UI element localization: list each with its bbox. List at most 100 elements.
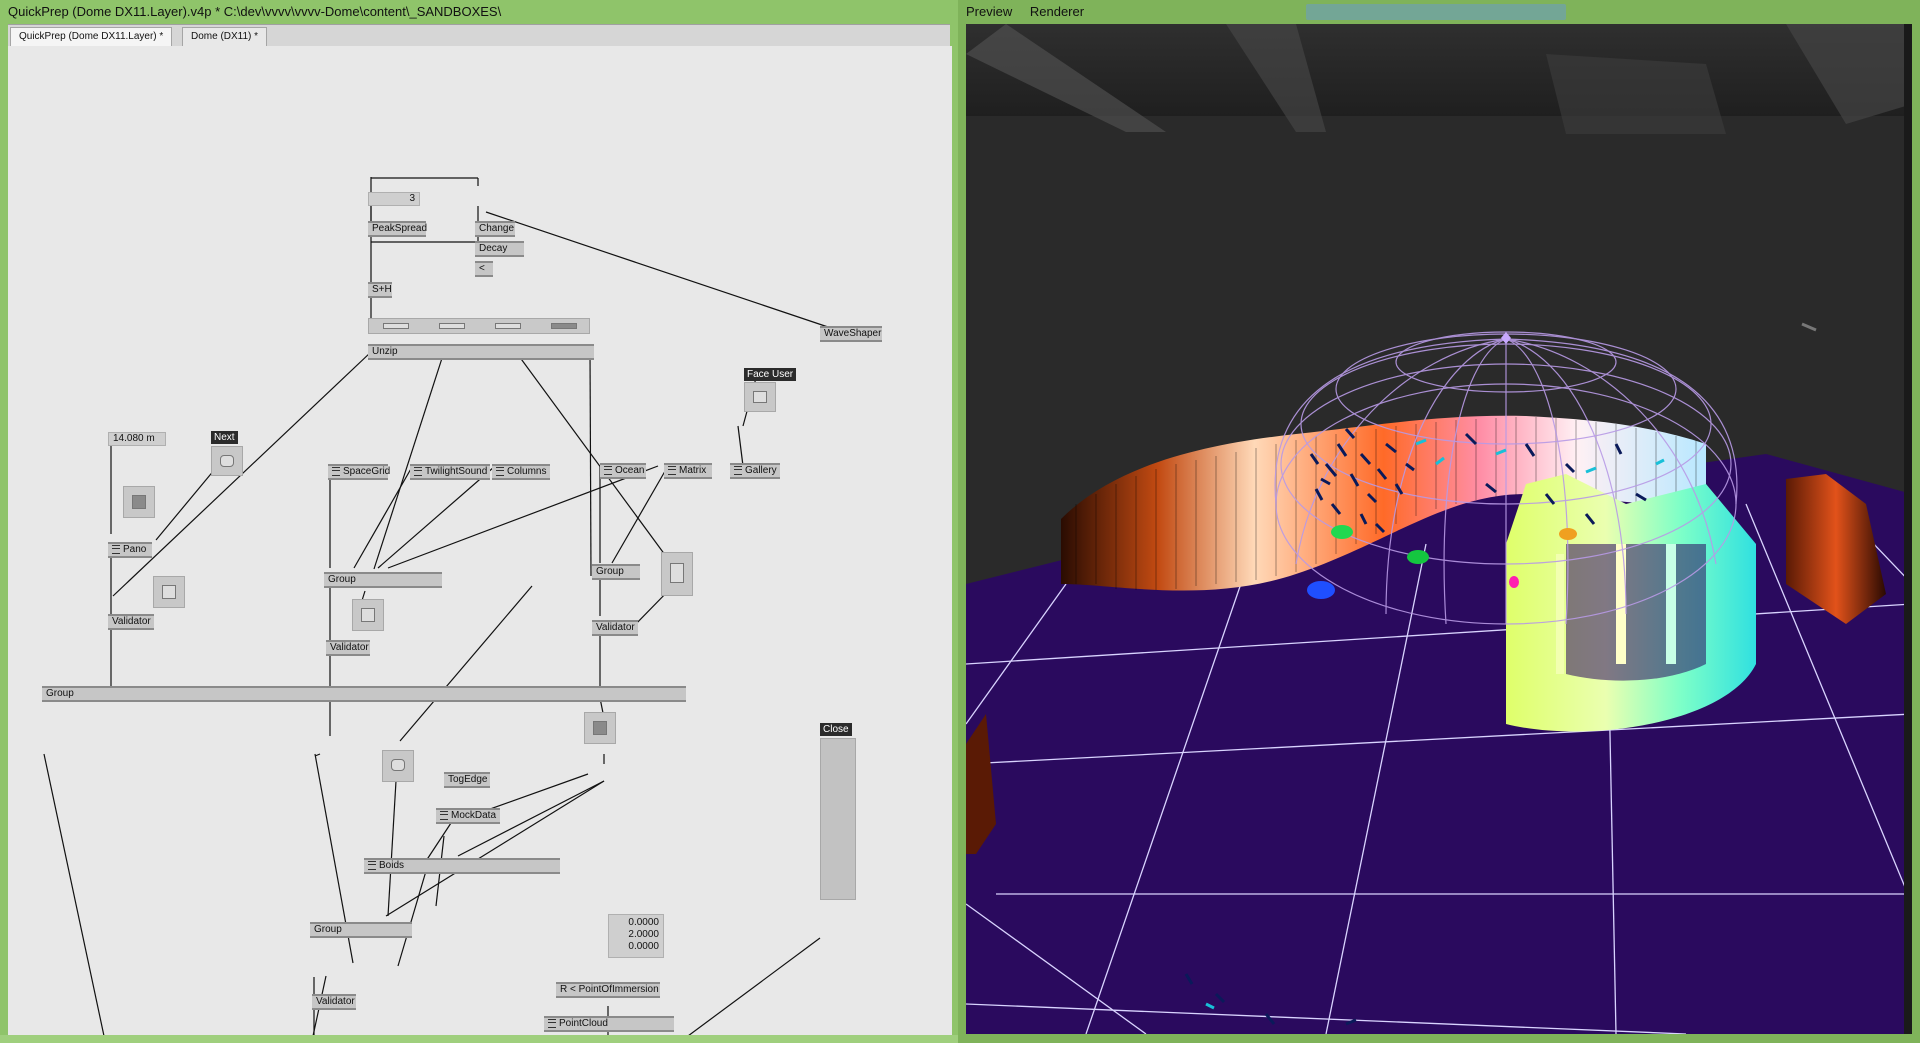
marker-sphere — [1307, 581, 1335, 599]
marker-sphere — [1407, 550, 1429, 564]
module-icon — [414, 466, 422, 476]
node-label: Matrix — [679, 465, 707, 476]
toggle-button-icon — [361, 608, 375, 622]
cylinder-interior — [1566, 544, 1706, 681]
node-pointofimmersion[interactable]: R < PointOfImmersion — [556, 982, 660, 998]
node-waveshaper[interactable]: WaveShaper — [820, 326, 882, 342]
vector3-z: 0.0000 — [628, 941, 659, 952]
patch-links — [43, 177, 829, 1036]
module-icon — [548, 1018, 556, 1028]
node-pointcloud[interactable]: PointCloud — [544, 1016, 674, 1032]
bar-column — [1616, 544, 1626, 664]
patch-canvas[interactable]: 3 PeakSpread Change Decay < S+H WaveShap… — [8, 46, 952, 1036]
module-icon — [332, 466, 340, 476]
marker-sphere — [1509, 576, 1519, 588]
module-icon — [496, 466, 504, 476]
iobox-value[interactable]: 3 — [368, 192, 420, 206]
module-icon — [112, 544, 120, 554]
label-close: Close — [820, 723, 852, 736]
patch-editor-window: QuickPrep (Dome DX11.Layer).v4p * C:\dev… — [0, 0, 959, 1043]
node-gallery[interactable]: Gallery — [730, 463, 780, 479]
3d-render-view[interactable] — [966, 24, 1912, 1034]
node-label: TwilightSound — [425, 466, 488, 477]
close-slider[interactable] — [820, 738, 856, 900]
bar-column — [1556, 554, 1564, 674]
toggle-button-icon — [162, 585, 176, 599]
node-validator-d[interactable]: Validator — [312, 994, 356, 1010]
renderer-menubar: Preview Renderer — [966, 0, 1566, 24]
menu-renderer[interactable]: Renderer — [1030, 4, 1084, 19]
node-label: SpaceGrid — [343, 466, 391, 477]
toggle-box-on[interactable] — [584, 712, 616, 744]
node-label: Columns — [507, 466, 547, 477]
window-bottom-border — [0, 1035, 958, 1043]
node-validator-a[interactable]: Validator — [108, 614, 154, 630]
node-group-b[interactable]: Group — [592, 564, 640, 580]
vector-slot-active — [551, 323, 577, 329]
distance-readout[interactable]: 14.080 m — [108, 432, 166, 446]
face-user-toggle[interactable] — [744, 382, 776, 412]
node-columns[interactable]: Columns — [492, 464, 550, 480]
node-group-c[interactable]: Group — [310, 922, 412, 938]
node-group-main[interactable]: Group — [42, 686, 686, 702]
vector-iobox[interactable] — [368, 318, 590, 334]
node-boids[interactable]: Boids — [364, 858, 560, 874]
toggle-box[interactable] — [352, 599, 384, 631]
bang-box[interactable] — [382, 750, 414, 782]
ceiling-beam — [1546, 54, 1726, 134]
toggle-button-icon — [593, 721, 607, 735]
node-mockdata[interactable]: MockData — [436, 808, 500, 824]
node-label: MockData — [451, 810, 497, 821]
scene-canvas — [966, 24, 1912, 1034]
node-sample-hold[interactable]: S+H — [368, 282, 392, 298]
vector3-x: 0.0000 — [628, 917, 659, 928]
node-validator-b[interactable]: Validator — [326, 640, 370, 656]
node-ocean[interactable]: Ocean — [600, 463, 646, 479]
tab-quickprep[interactable]: QuickPrep (Dome DX11.Layer) * — [10, 27, 173, 46]
module-icon — [668, 465, 676, 475]
module-icon — [604, 465, 612, 475]
toggle-button-icon — [132, 495, 146, 509]
node-unzip[interactable]: Unzip — [368, 344, 594, 360]
label-face-user: Face User — [744, 368, 797, 381]
node-change[interactable]: Change — [475, 221, 515, 237]
toggle-box-on[interactable] — [123, 486, 155, 518]
module-icon — [440, 810, 448, 820]
toggle-button-icon — [670, 563, 684, 583]
tab-dome[interactable]: Dome (DX11) * — [182, 27, 268, 46]
node-matrix[interactable]: Matrix — [664, 463, 712, 479]
node-peakspread[interactable]: PeakSpread — [368, 221, 427, 237]
toggle-box[interactable] — [153, 576, 185, 608]
marker-sphere — [1331, 525, 1353, 539]
label-next: Next — [211, 431, 238, 444]
bang-button-icon — [391, 759, 405, 771]
vector-slot — [495, 323, 521, 329]
vector-slot — [383, 323, 409, 329]
next-bang-button[interactable] — [211, 446, 243, 476]
toggle-box-tall[interactable] — [661, 552, 693, 596]
window-title: QuickPrep (Dome DX11.Layer).v4p * C:\dev… — [8, 4, 502, 19]
node-label: PointCloud — [559, 1018, 608, 1029]
menu-preview[interactable]: Preview — [966, 4, 1012, 19]
vector3-iobox[interactable]: 0.0000 2.0000 0.0000 — [608, 914, 664, 958]
node-label: Gallery — [745, 465, 777, 476]
tab-bar: QuickPrep (Dome DX11.Layer) * Dome (DX11… — [8, 24, 950, 47]
node-validator-c[interactable]: Validator — [592, 620, 638, 636]
node-label: Pano — [123, 544, 147, 555]
vector-slot — [439, 323, 465, 329]
renderer-window: Preview Renderer — [958, 0, 1920, 1043]
node-decay[interactable]: Decay — [475, 241, 524, 257]
module-icon — [734, 465, 742, 475]
node-spacegrid[interactable]: SpaceGrid — [328, 464, 391, 480]
node-less-than[interactable]: < — [475, 261, 493, 277]
node-togedge[interactable]: TogEdge — [444, 772, 490, 788]
node-label: Boids — [379, 860, 405, 871]
node-label: Ocean — [615, 465, 645, 476]
node-group-a[interactable]: Group — [324, 572, 442, 588]
node-pano[interactable]: Pano — [108, 542, 152, 558]
toggle-button-icon — [753, 391, 767, 403]
node-twilightsound[interactable]: TwilightSound — [410, 464, 490, 480]
marker-sphere — [1559, 528, 1577, 540]
vector3-y: 2.0000 — [628, 929, 659, 940]
titlebar-highlight — [1306, 4, 1566, 20]
